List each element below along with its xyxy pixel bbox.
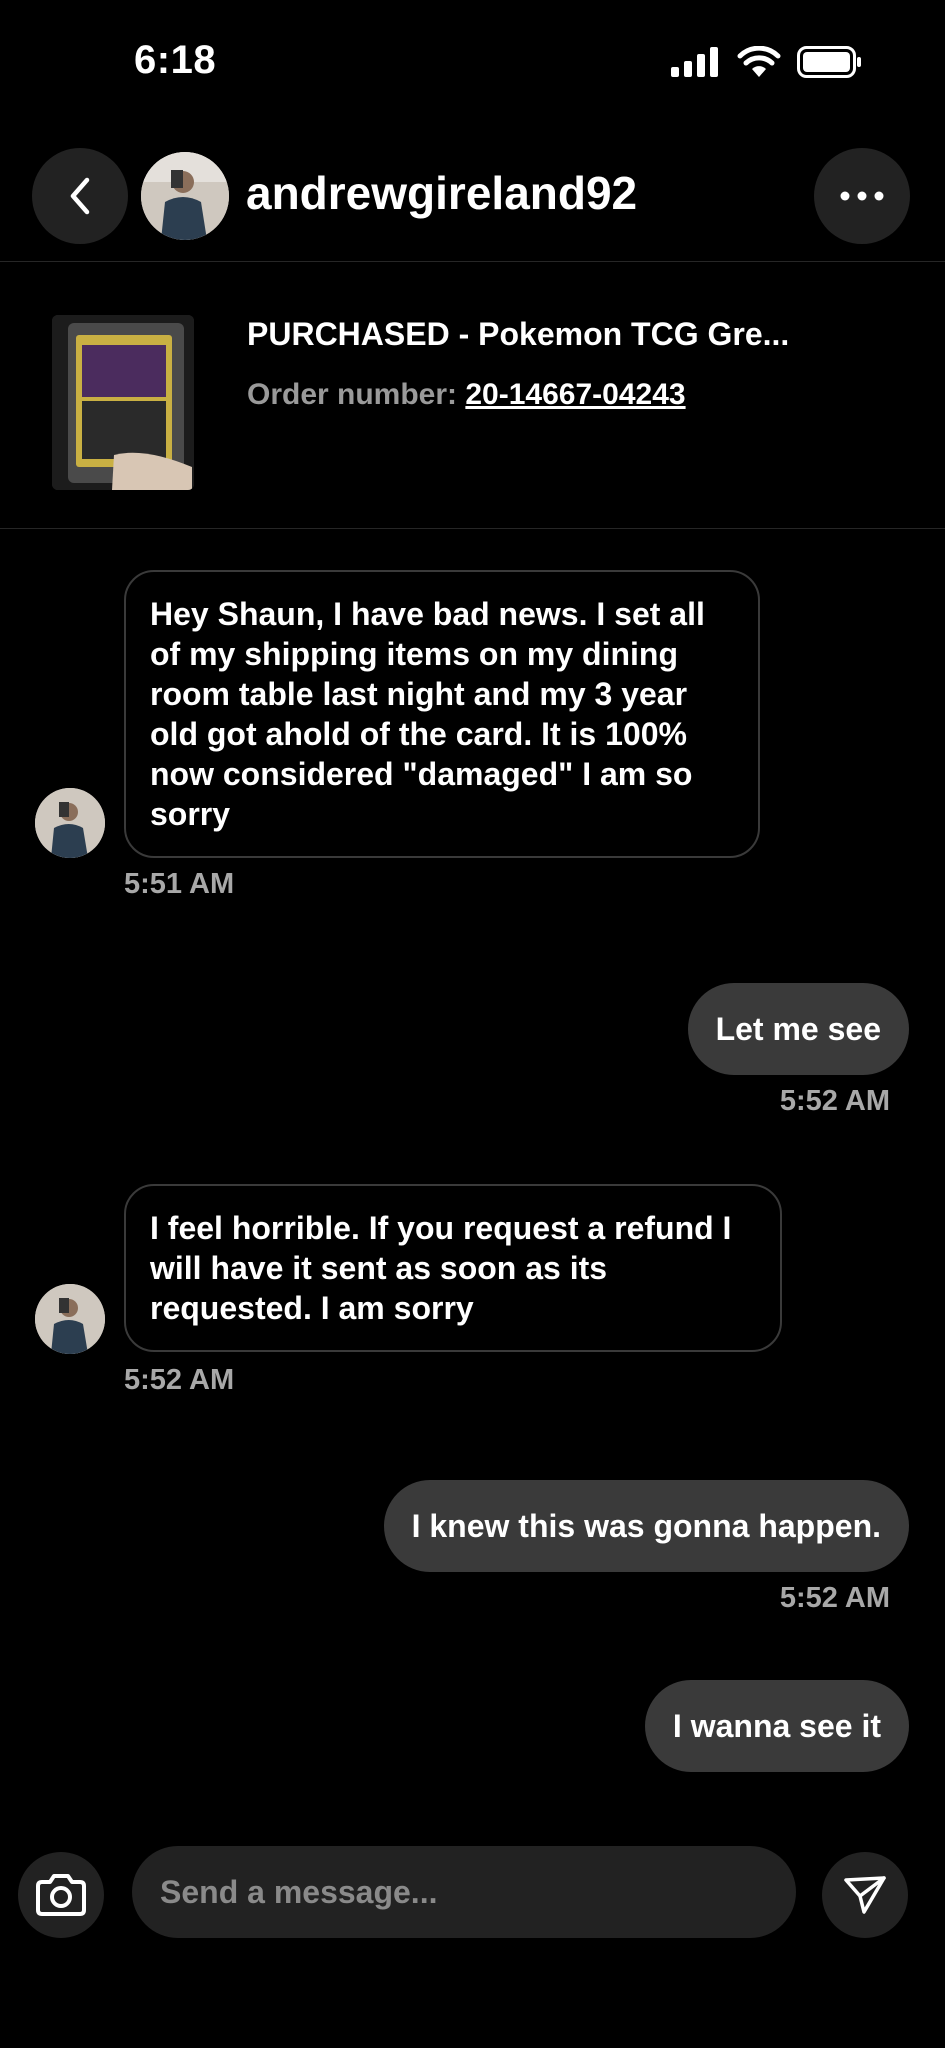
message-bubble-incoming[interactable]: I feel horrible. If you request a refund… xyxy=(124,1184,782,1352)
message-bubble-incoming[interactable]: Hey Shaun, I have bad news. I set all of… xyxy=(124,570,760,858)
sender-avatar[interactable] xyxy=(35,1284,105,1354)
avatar-photo xyxy=(141,152,229,240)
order-label: Order number: xyxy=(247,378,458,411)
message-timestamp: 5:52 AM xyxy=(124,1364,235,1396)
message-timestamp: 5:52 AM xyxy=(779,1582,890,1614)
card-photo xyxy=(52,315,194,490)
status-time: 6:18 xyxy=(134,38,217,82)
signal-icon xyxy=(671,47,718,77)
avatar-photo xyxy=(35,788,105,858)
more-dots-icon xyxy=(840,191,884,201)
send-icon xyxy=(844,1876,886,1914)
message-bubble-outgoing[interactable]: Let me see xyxy=(687,983,909,1075)
camera-button[interactable] xyxy=(18,1852,104,1938)
more-options-button[interactable] xyxy=(814,148,910,244)
message-timestamp: 5:52 AM xyxy=(779,1085,890,1117)
header-avatar[interactable] xyxy=(141,152,229,240)
chevron-left-icon xyxy=(70,177,90,215)
message-timestamp: 5:51 AM xyxy=(124,868,235,900)
send-button[interactable] xyxy=(822,1852,908,1938)
order-line: Order number: 20-14667-04243 xyxy=(247,378,686,412)
item-thumbnail[interactable] xyxy=(52,315,194,490)
header-divider xyxy=(0,261,945,262)
message-bubble-outgoing[interactable]: I knew this was gonna happen. xyxy=(383,1480,909,1572)
item-divider xyxy=(0,528,945,529)
battery-icon xyxy=(797,46,861,78)
message-bubble-outgoing[interactable]: I wanna see it xyxy=(644,1680,909,1772)
message-input[interactable] xyxy=(132,1846,796,1938)
camera-icon xyxy=(36,1874,86,1916)
item-title[interactable]: PURCHASED - Pokemon TCG Gre... xyxy=(247,316,789,353)
avatar-photo xyxy=(35,1284,105,1354)
header-username[interactable]: andrewgireland92 xyxy=(246,166,637,220)
order-number-link[interactable]: 20-14667-04243 xyxy=(465,378,685,411)
back-button[interactable] xyxy=(32,148,128,244)
sender-avatar[interactable] xyxy=(35,788,105,858)
wifi-icon xyxy=(737,46,781,77)
status-icons xyxy=(671,46,863,78)
